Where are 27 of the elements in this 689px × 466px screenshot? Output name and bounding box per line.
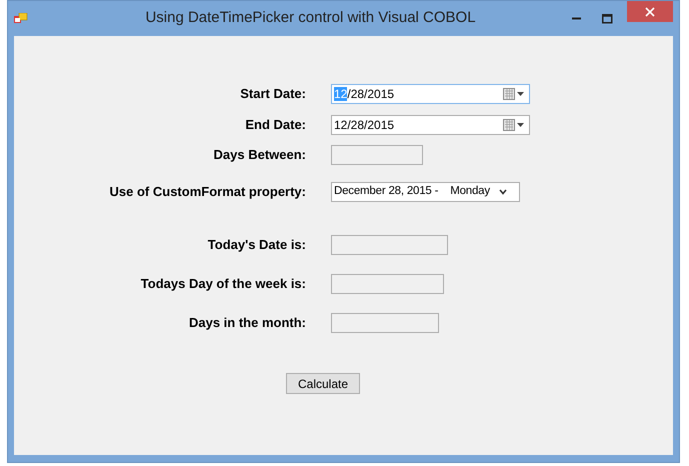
maximize-icon — [602, 14, 612, 24]
field-label: Days in the month: — [188, 314, 306, 332]
calendar-dropdown-icon[interactable] — [503, 88, 525, 100]
date-picker[interactable]: 12/28/2015 — [331, 84, 530, 104]
input-field[interactable] — [331, 313, 439, 333]
date-format-value: December 28, 2015 - Monday — [334, 184, 491, 200]
field-label: End Date: — [245, 116, 306, 134]
field-label: Start Date: — [240, 85, 306, 104]
field-label: Todays Day of the week is: — [140, 275, 306, 294]
app-icon — [14, 12, 28, 24]
input-field[interactable] — [331, 145, 423, 165]
date-format-dropdown[interactable]: December 28, 2015 - Monday — [331, 182, 520, 202]
chevron-down-icon[interactable] — [499, 189, 507, 195]
field-label: Days Between: — [214, 146, 306, 164]
field-label: Today's Date is: — [208, 236, 306, 254]
input-field[interactable] — [331, 235, 448, 255]
field-label: Use of CustomFormat property: — [110, 183, 306, 202]
date-segment[interactable]: 12/28/2015 — [334, 118, 394, 132]
minimize-icon — [572, 17, 582, 20]
calculate-button[interactable]: Calculate — [286, 373, 360, 394]
input-field[interactable] — [331, 274, 444, 294]
date-segment[interactable]: /28/2015 — [347, 87, 394, 101]
date-picker[interactable]: 12/28/2015 — [331, 115, 530, 135]
calendar-dropdown-icon[interactable] — [503, 119, 525, 131]
close-button[interactable] — [627, 1, 673, 22]
window-title: Using DateTimePicker control with Visual COBOL — [144, 8, 477, 28]
close-icon — [645, 6, 655, 16]
